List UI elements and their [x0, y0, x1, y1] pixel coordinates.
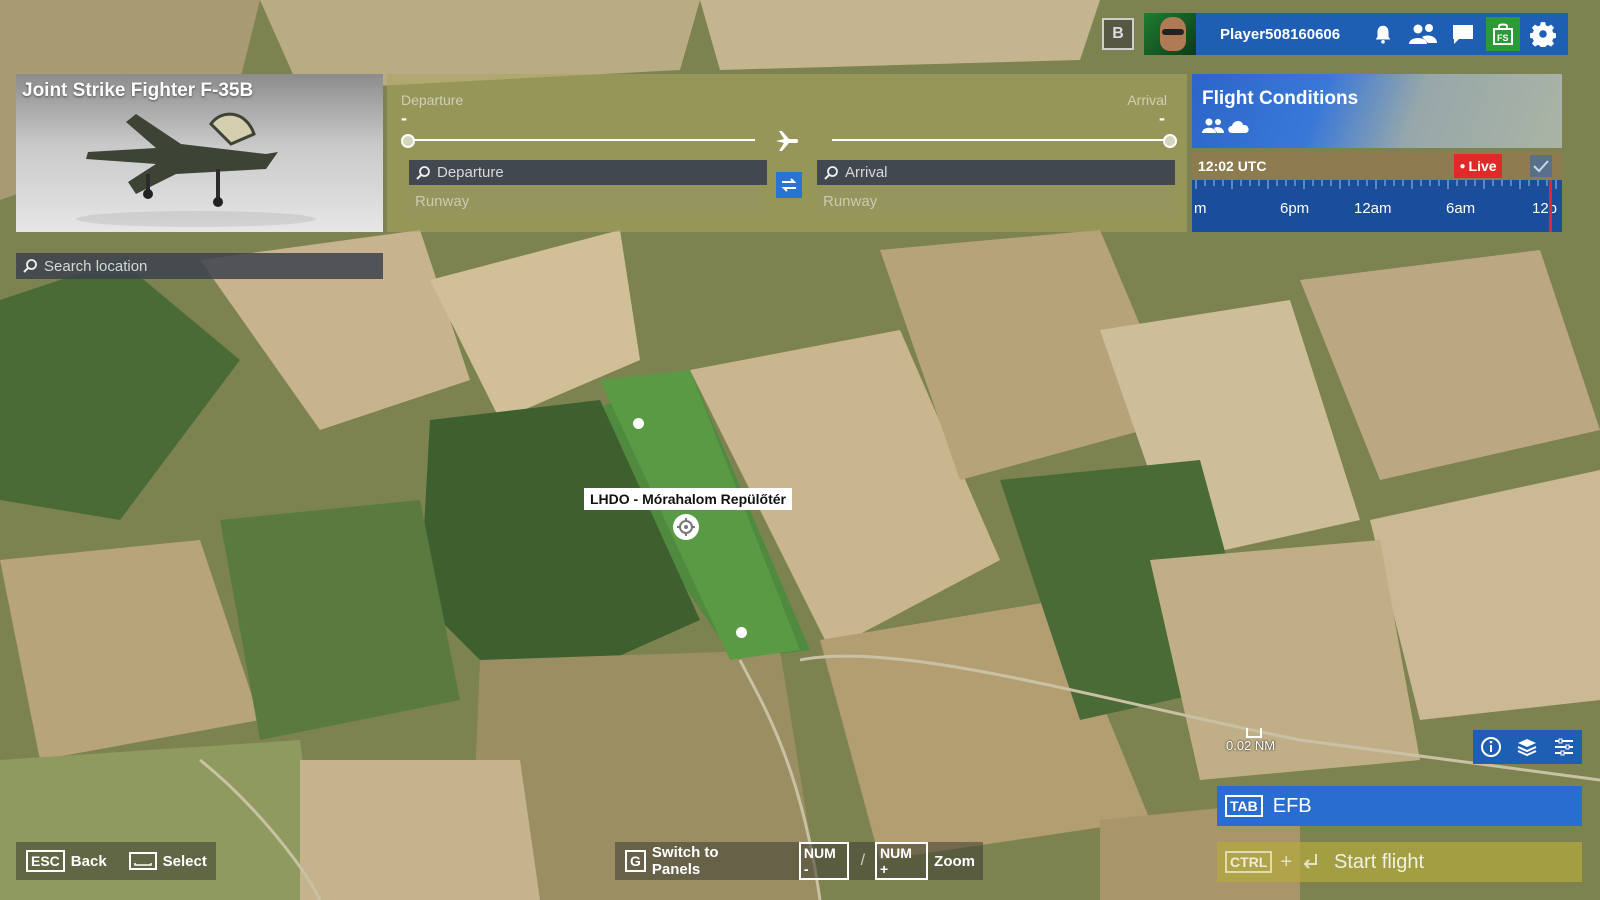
- spacebar-key-icon[interactable]: [128, 852, 157, 870]
- arrival-runway-placeholder: Runway: [823, 193, 878, 210]
- timeline-ticks: [1195, 180, 1557, 189]
- svg-text:FS: FS: [1497, 33, 1509, 43]
- check-icon: [1533, 160, 1549, 173]
- layers-icon[interactable]: [1514, 734, 1540, 760]
- key-separator: /: [860, 852, 866, 869]
- zoom-hint[interactable]: Zoom: [934, 853, 975, 870]
- cloud-icon: [1228, 120, 1249, 133]
- arrival-point[interactable]: [1163, 134, 1177, 148]
- enter-key-icon: [1303, 854, 1318, 869]
- aircraft-name: Joint Strike Fighter F-35B: [22, 80, 254, 101]
- num-plus-key[interactable]: NUM +: [875, 842, 929, 880]
- swap-icon: [781, 178, 797, 192]
- airport-label[interactable]: LHDO - Mórahalom Repülőtér: [584, 488, 793, 510]
- player-name: Player508160606: [1220, 25, 1341, 43]
- confirm-time-checkbox[interactable]: [1530, 155, 1552, 177]
- scale-bar: [1246, 728, 1262, 738]
- avatar[interactable]: [1144, 13, 1196, 55]
- departure-runway-select[interactable]: Runway: [409, 189, 767, 214]
- select-hint[interactable]: Select: [163, 853, 207, 870]
- departure-label: Departure: [401, 92, 464, 108]
- arrival-runway-select[interactable]: Runway: [817, 189, 1175, 214]
- swap-route-button[interactable]: [776, 172, 802, 198]
- back-hint[interactable]: Back: [71, 853, 107, 870]
- arrival-value: -: [1159, 108, 1165, 128]
- switch-panels-hint[interactable]: Switch to Panels: [652, 844, 769, 878]
- search-location-input[interactable]: Search location: [16, 253, 383, 279]
- ctrl-key: CTRL: [1225, 851, 1273, 873]
- search-icon: [416, 165, 430, 180]
- flight-conditions-panel: Flight Conditions 12:02 UTC ● Live m 6pm …: [1192, 74, 1562, 232]
- search-icon: [824, 165, 838, 180]
- route-panel: Departure Arrival - - Departure Runway A…: [387, 74, 1187, 232]
- info-icon[interactable]: [1478, 734, 1504, 760]
- utc-time: 12:02 UTC: [1198, 158, 1267, 174]
- efb-label: EFB: [1272, 794, 1312, 817]
- flight-conditions-header[interactable]: Flight Conditions: [1192, 74, 1562, 148]
- bell-icon[interactable]: [1366, 17, 1400, 51]
- timeline-label: 6am: [1446, 200, 1476, 217]
- level-badge[interactable]: B: [1102, 18, 1134, 50]
- shop-icon[interactable]: FS: [1486, 17, 1521, 51]
- departure-track: [415, 139, 755, 141]
- filters-icon[interactable]: [1551, 734, 1577, 760]
- start-flight-label: Start flight: [1334, 850, 1425, 873]
- num-minus-key[interactable]: NUM -: [798, 842, 849, 880]
- g-key[interactable]: G: [625, 850, 646, 872]
- friends-icon[interactable]: [1406, 17, 1440, 51]
- tab-key: TAB: [1225, 795, 1263, 817]
- departure-value: -: [401, 108, 407, 128]
- departure-runway-placeholder: Runway: [415, 193, 470, 210]
- aircraft-selector[interactable]: Joint Strike Fighter F-35B: [16, 74, 383, 232]
- settings-icon[interactable]: [1526, 17, 1560, 51]
- start-flight-button[interactable]: CTRL + Start flight: [1217, 842, 1582, 882]
- live-label: Live: [1468, 158, 1497, 174]
- top-bar: B Player508160606 FS: [1102, 12, 1569, 56]
- plus-sign: +: [1280, 850, 1293, 873]
- arrival-placeholder: Arrival: [845, 164, 888, 181]
- time-of-day-slider[interactable]: m 6pm 12am 6am 12p: [1192, 180, 1562, 232]
- multiplayer-icon: [1202, 118, 1224, 133]
- airplane-icon: [776, 131, 799, 151]
- map-tools: [1473, 730, 1582, 764]
- departure-search-input[interactable]: Departure: [409, 160, 767, 185]
- search-icon: [23, 259, 37, 273]
- live-button[interactable]: ● Live: [1454, 154, 1502, 178]
- arrival-track: [832, 139, 1165, 141]
- runway-end-marker[interactable]: [633, 418, 644, 429]
- time-bar: 12:02 UTC ● Live: [1192, 152, 1562, 180]
- timeline-label: 12am: [1354, 200, 1392, 217]
- map-scale-label: 0.02 NM: [1226, 738, 1276, 753]
- search-location-placeholder: Search location: [44, 257, 148, 275]
- player-profile[interactable]: Player508160606 FS: [1144, 13, 1569, 55]
- departure-placeholder: Departure: [437, 164, 504, 181]
- flight-conditions-title: Flight Conditions: [1202, 88, 1359, 109]
- chat-icon[interactable]: [1446, 17, 1480, 51]
- runway-end-marker[interactable]: [736, 627, 747, 638]
- efb-button[interactable]: TAB EFB: [1217, 786, 1582, 826]
- timeline-label: m: [1194, 200, 1207, 217]
- airport-pin-icon[interactable]: [673, 514, 699, 540]
- map-hints: G Switch to Panels NUM - / NUM + Zoom: [615, 842, 983, 880]
- navigation-hints: ESC Back Select: [16, 842, 216, 880]
- timeline-label: 12p: [1532, 200, 1558, 217]
- arrival-label: Arrival: [1127, 92, 1167, 108]
- arrival-search-input[interactable]: Arrival: [817, 160, 1175, 185]
- timeline-label: 6pm: [1280, 200, 1310, 217]
- current-time-marker[interactable]: [1549, 180, 1552, 232]
- esc-key[interactable]: ESC: [26, 850, 65, 872]
- departure-point[interactable]: [401, 134, 415, 148]
